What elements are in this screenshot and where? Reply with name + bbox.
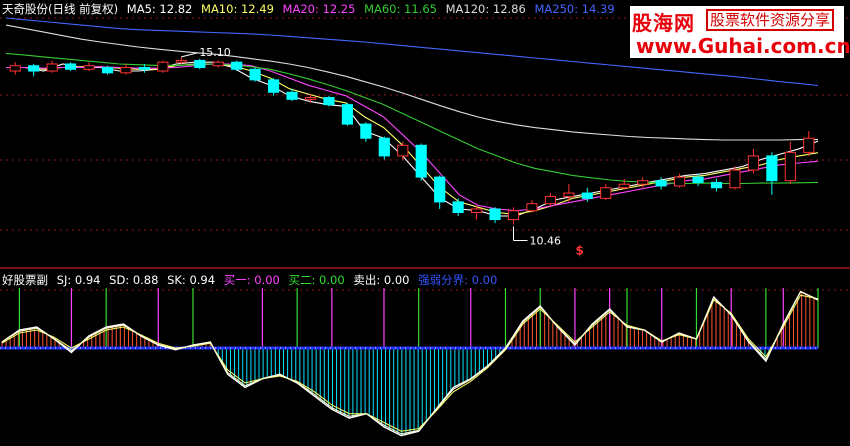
watermark-site-name: 股海网 — [632, 11, 695, 35]
watermark-slogan: 股票软件资源分享 — [706, 9, 835, 31]
ma5-readout: MA5: 12.82 — [126, 2, 193, 16]
sj-readout: SJ: 0.94 — [56, 273, 101, 287]
indicator-title: 好股票副 — [2, 273, 48, 287]
chart-canvas[interactable]: 15.10 10.46 $ — [0, 0, 850, 446]
candle-body — [360, 123, 372, 139]
candle-body — [544, 196, 556, 205]
ma-line-ma20 — [6, 63, 819, 212]
candle-body — [471, 208, 483, 213]
candle-body — [674, 176, 686, 187]
candle-body — [286, 91, 298, 100]
candle-body — [600, 187, 612, 199]
sd-readout: SD: 0.88 — [109, 273, 159, 287]
candle-body — [28, 65, 40, 72]
candle-body — [489, 208, 501, 221]
candle-body — [175, 59, 187, 63]
candle-body — [415, 144, 427, 178]
buy2-readout: 买二: 0.00 — [288, 273, 345, 287]
candle-body — [618, 183, 630, 189]
high-price-label: 15.10 — [199, 46, 231, 59]
ma10-readout: MA10: 12.49 — [201, 2, 274, 16]
candle-body — [268, 79, 280, 93]
candle-body — [729, 169, 741, 189]
stock-chart-window: 15.10 10.46 $ 天奇股份(日线 前复权) MA5: 12.82 MA10… — [0, 0, 850, 446]
stock-label: 天奇股份(日线 前复权) — [2, 2, 119, 16]
candle-body — [83, 65, 95, 70]
candle-body — [710, 181, 723, 189]
sell-readout: 卖出: 0.00 — [353, 273, 410, 287]
candle-body — [655, 180, 667, 187]
candle-body — [637, 180, 649, 185]
candle-body — [784, 151, 796, 182]
candle-body — [434, 176, 446, 203]
candle-body — [65, 63, 77, 70]
site-watermark: 股海网 股票软件资源分享 www.Guhai.com.cn — [630, 6, 850, 58]
candle-body — [231, 61, 243, 70]
candle-body — [46, 63, 58, 72]
candle-body — [9, 65, 21, 72]
candle-body — [526, 203, 538, 212]
signal-marker: $ — [576, 244, 584, 258]
candle-body — [212, 61, 224, 67]
candle-body — [304, 97, 317, 100]
watermark-url: www.Guhai.com.cn — [636, 34, 850, 58]
buy1-readout: 买一: 0.00 — [223, 273, 280, 287]
ma60-readout: MA60: 11.65 — [364, 2, 437, 16]
candle-body — [692, 176, 704, 183]
candle-body — [194, 59, 206, 69]
candle-body — [803, 137, 815, 153]
candle-body — [581, 192, 593, 199]
candle-body — [323, 97, 335, 106]
candle-body — [452, 201, 464, 213]
candle-body — [397, 144, 409, 157]
candle-body — [563, 192, 575, 198]
candle-body — [747, 155, 759, 171]
strength-boundary-readout: 强弱分界: 0.00 — [418, 273, 498, 287]
ma120-readout: MA120: 12.86 — [445, 2, 526, 16]
candle-body — [766, 155, 778, 182]
candle-body — [157, 61, 169, 72]
high-pointer — [181, 52, 198, 58]
candle-body — [120, 67, 132, 74]
main-panel-header: 天奇股份(日线 前复权) MA5: 12.82 MA10: 12.49 MA20… — [2, 2, 620, 16]
candle-body — [249, 68, 261, 81]
candle-body — [101, 67, 114, 74]
candle-body — [138, 67, 150, 70]
ma20-readout: MA20: 12.25 — [282, 2, 356, 16]
candle-body — [507, 210, 520, 221]
ma250-readout: MA250: 14.39 — [534, 2, 615, 16]
low-price-label: 10.46 — [530, 235, 562, 248]
indicator-panel-header: 好股票副 SJ: 0.94 SD: 0.88 SK: 0.94 买一: 0.00… — [2, 273, 502, 287]
candle-body — [341, 104, 353, 125]
sk-readout: SK: 0.94 — [167, 273, 216, 287]
candle-body — [378, 137, 390, 157]
